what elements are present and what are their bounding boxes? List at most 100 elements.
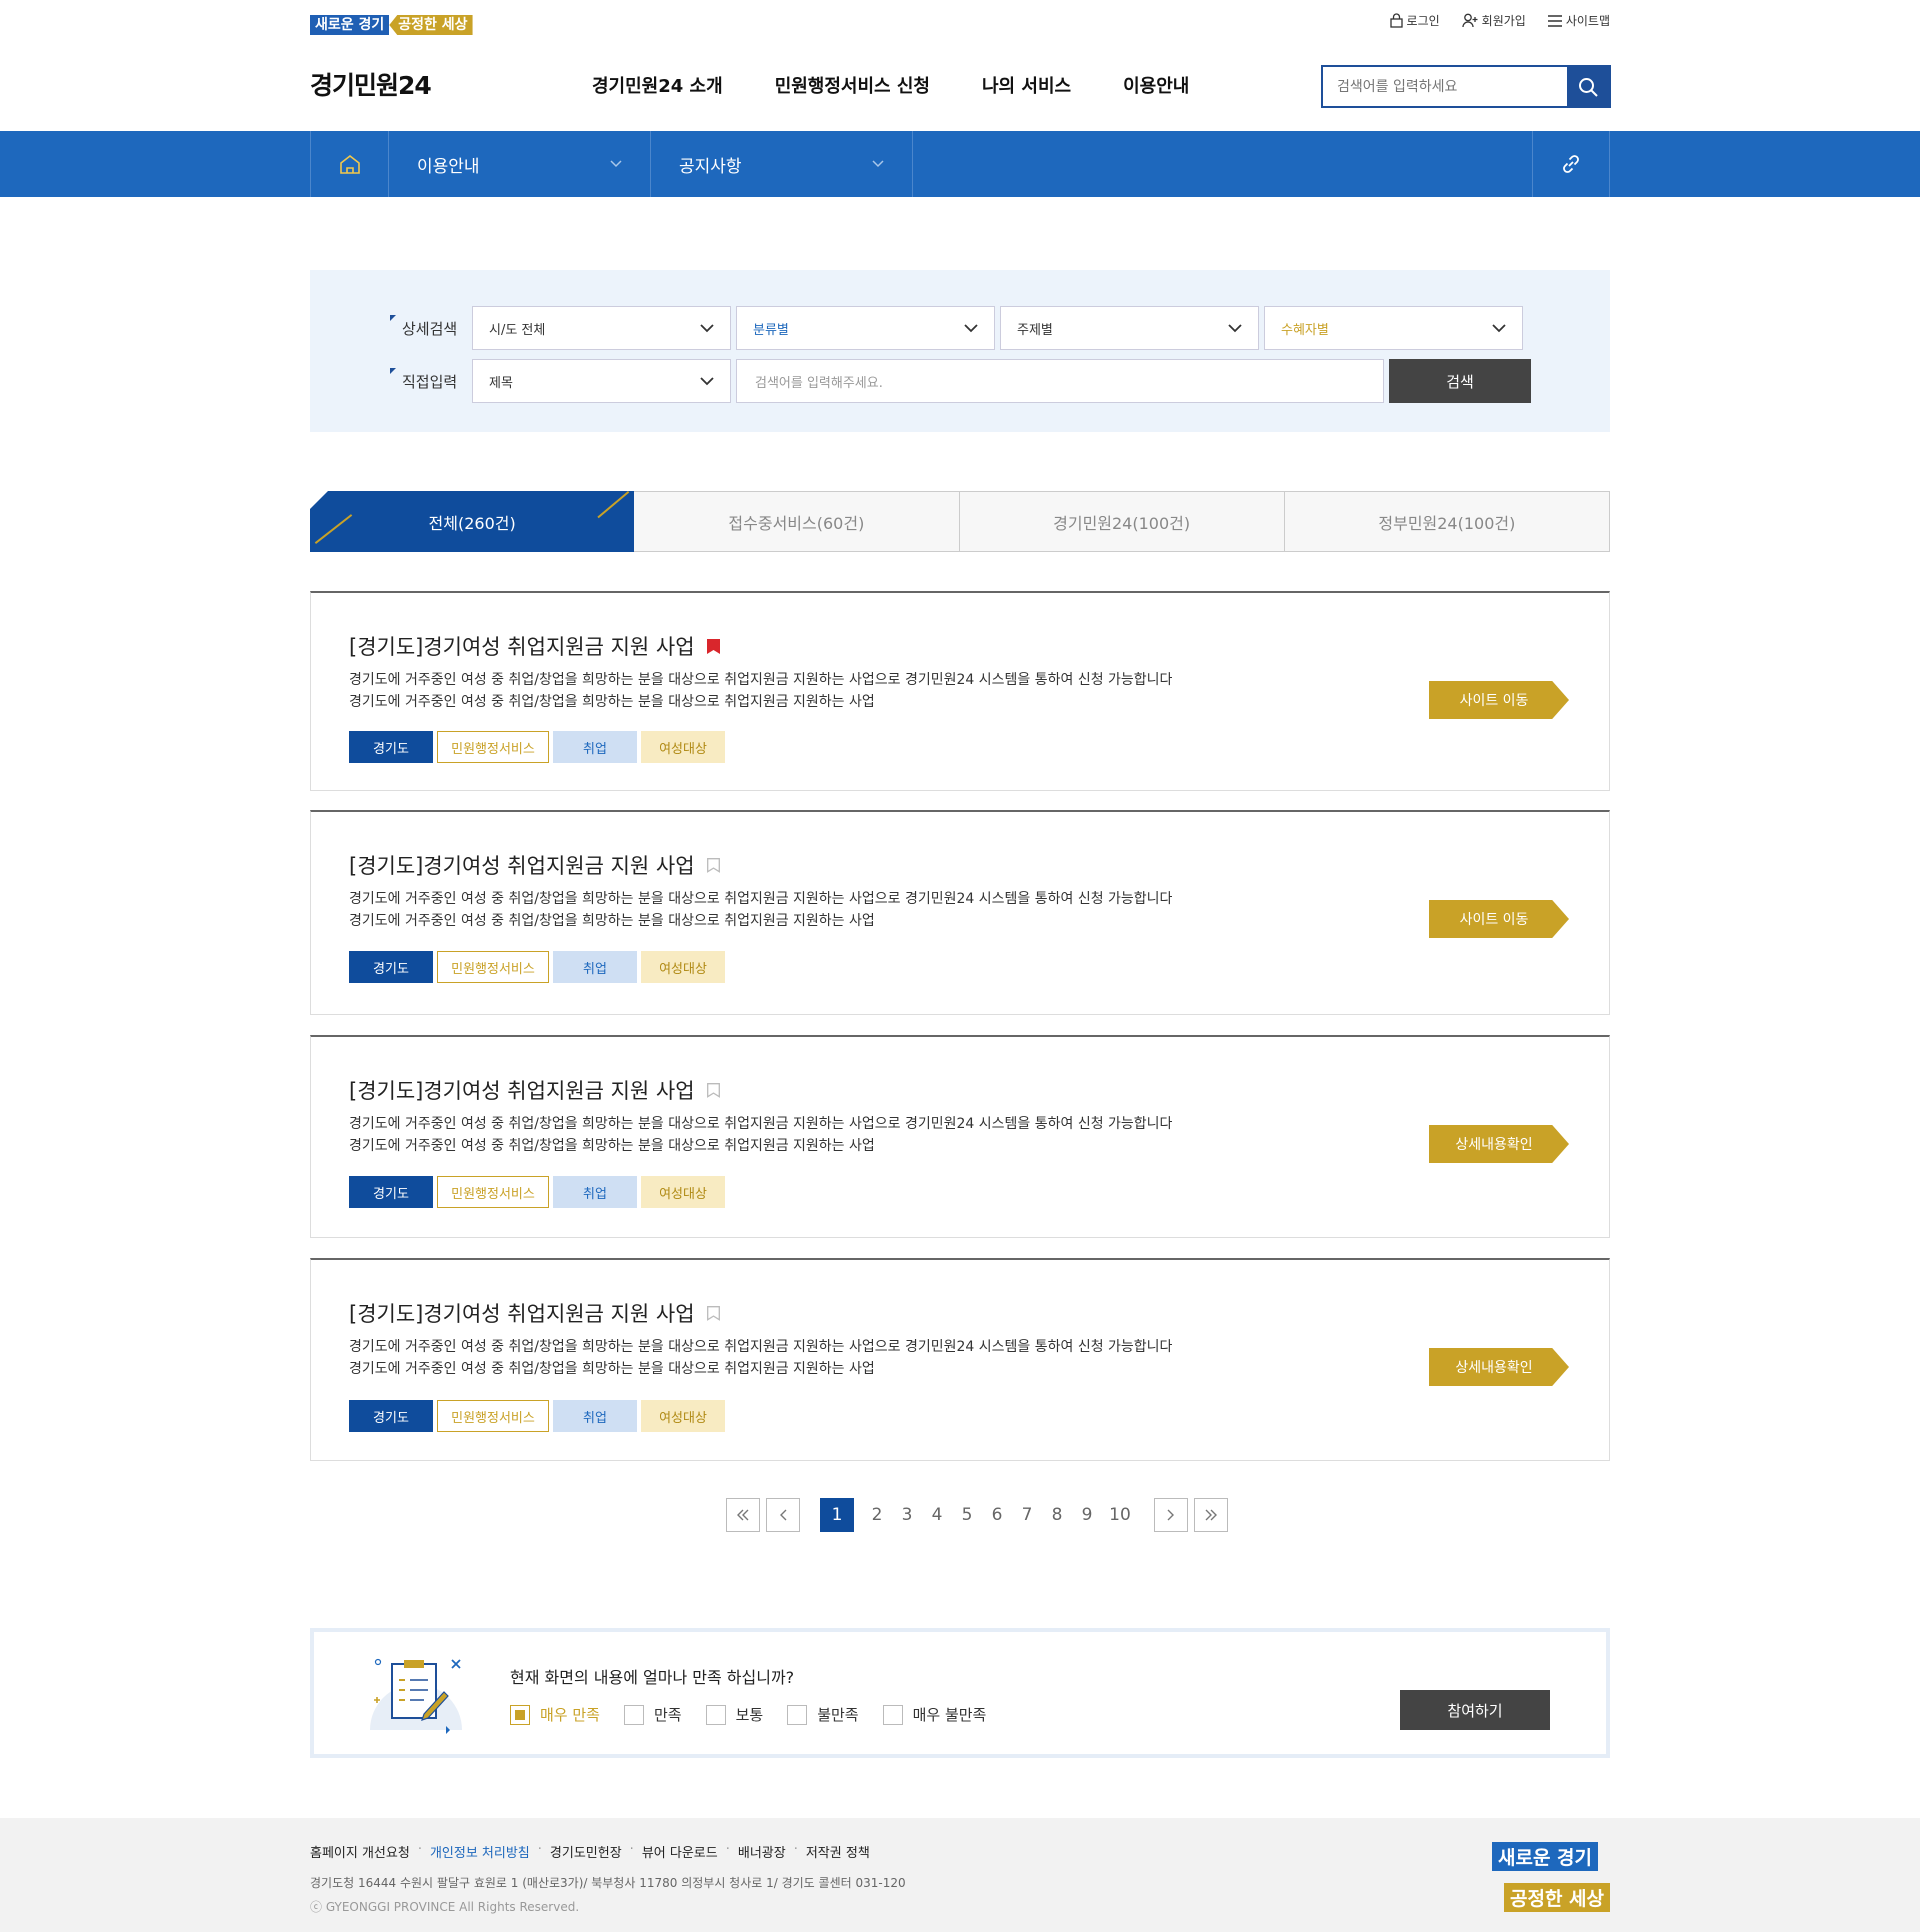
card-description: 경기도에 거주중인 여성 중 취업/창업을 희망하는 분을 대상으로 취업지원금… bbox=[349, 1339, 1173, 1377]
checkbox[interactable] bbox=[623, 1704, 644, 1725]
home-button[interactable] bbox=[311, 131, 389, 197]
global-nav: 경기민원24 소개 민원행정서비스 신청 나의 서비스 이용안내 bbox=[592, 72, 1189, 98]
footer-copyright: ⓒ GYEONGGI PROVINCE All Rights Reserved. bbox=[310, 1900, 580, 1914]
chevron-down-icon bbox=[1228, 323, 1242, 332]
footer-link-viewer[interactable]: 뷰어 다운로드 bbox=[642, 1842, 718, 1861]
location-menu-1[interactable]: 이용안내 bbox=[389, 131, 651, 197]
last-page-button[interactable] bbox=[1194, 1498, 1228, 1532]
footer-link-improvement[interactable]: 홈페이지 개선요청 bbox=[310, 1842, 410, 1861]
survey-option-very-dissatisfied[interactable]: 매우 불만족 bbox=[882, 1704, 986, 1725]
detail-view-button[interactable]: 상세내용확인 bbox=[1429, 1348, 1569, 1386]
site-move-button[interactable]: 사이트 이동 bbox=[1429, 681, 1569, 719]
tag-region: 경기도 bbox=[349, 731, 433, 763]
survey-submit-button[interactable]: 참여하기 bbox=[1400, 1690, 1550, 1730]
header-search-input[interactable] bbox=[1323, 67, 1567, 106]
survey-question: 현재 화면의 내용에 얼마나 만족 하십니까? bbox=[510, 1668, 795, 1687]
tab-decoration bbox=[314, 514, 353, 544]
card-title[interactable]: [경기도]경기여성 취업지원금 지원 사업 bbox=[349, 1298, 720, 1328]
select-category[interactable]: 분류별 bbox=[736, 306, 995, 350]
service-card: [경기도]경기여성 취업지원금 지원 사업 경기도에 거주중인 여성 중 취업/… bbox=[310, 591, 1610, 791]
double-chevron-right-icon bbox=[1205, 1509, 1217, 1521]
card-title[interactable]: [경기도]경기여성 취업지원금 지원 사업 bbox=[349, 631, 720, 661]
tab-gyeonggi[interactable]: 경기민원24(100건) bbox=[959, 491, 1285, 552]
satisfaction-survey: 현재 화면의 내용에 얼마나 만족 하십니까? 매우 만족 만족 보통 불만족 … bbox=[310, 1628, 1610, 1758]
tag-topic: 취업 bbox=[553, 1400, 637, 1432]
home-icon bbox=[339, 154, 360, 174]
login-link[interactable]: 로그인 bbox=[1389, 12, 1440, 29]
tag-target: 여성대상 bbox=[641, 731, 725, 763]
bookmark-icon[interactable] bbox=[706, 1305, 720, 1321]
footer-link-banner[interactable]: 배너광장 bbox=[738, 1842, 786, 1861]
site-move-button[interactable]: 사이트 이동 bbox=[1429, 900, 1569, 938]
survey-option-neutral[interactable]: 보통 bbox=[705, 1704, 763, 1725]
select-beneficiary[interactable]: 수혜자별 bbox=[1264, 306, 1523, 350]
tab-receiving[interactable]: 접수중서비스(60건) bbox=[634, 491, 960, 552]
page-number[interactable]: 3 bbox=[892, 1505, 922, 1525]
sitemap-link[interactable]: 사이트맵 bbox=[1547, 12, 1610, 29]
page-number[interactable]: 4 bbox=[922, 1505, 952, 1525]
tab-government[interactable]: 정부민원24(100건) bbox=[1284, 491, 1610, 552]
footer: 홈페이지 개선요청 · 개인정보 처리방침 · 경기도민헌장 · 뷰어 다운로드 · 배… bbox=[0, 1818, 1920, 1932]
double-chevron-left-icon bbox=[737, 1509, 749, 1521]
tag-region: 경기도 bbox=[349, 1400, 433, 1432]
footer-link-privacy[interactable]: 개인정보 처리방침 bbox=[430, 1842, 530, 1861]
survey-option-dissatisfied[interactable]: 불만족 bbox=[787, 1704, 859, 1725]
prev-page-button[interactable] bbox=[766, 1498, 800, 1532]
filter-row-direct: 직접입력 제목 검색어를 입력해주세요. 검색 bbox=[390, 359, 1531, 403]
chevron-down-icon bbox=[610, 160, 622, 168]
select-topic[interactable]: 주제별 bbox=[1000, 306, 1259, 350]
card-tags: 경기도 민원행정서비스 취업 여성대상 bbox=[349, 951, 725, 983]
footer-link-charter[interactable]: 경기도민헌장 bbox=[550, 1842, 622, 1861]
signup-link[interactable]: 회원가입 bbox=[1462, 12, 1526, 29]
page-number[interactable]: 9 bbox=[1072, 1505, 1102, 1525]
site-logo[interactable]: 경기민원24 bbox=[310, 66, 432, 102]
page-number[interactable]: 10 bbox=[1102, 1505, 1138, 1525]
card-title[interactable]: [경기도]경기여성 취업지원금 지원 사업 bbox=[349, 850, 720, 880]
page-number[interactable]: 5 bbox=[952, 1505, 982, 1525]
location-menu-2[interactable]: 공지사항 bbox=[651, 131, 913, 197]
survey-option-very-satisfied[interactable]: 매우 만족 bbox=[510, 1704, 600, 1725]
link-icon bbox=[1563, 155, 1579, 173]
search-filter-panel: 상세검색 시/도 전체 분류별 주제별 수혜자별 직접입력 제목 검색어를 입력… bbox=[310, 270, 1610, 432]
select-region[interactable]: 시/도 전체 bbox=[472, 306, 731, 350]
gnb-item-guide[interactable]: 이용안내 bbox=[1123, 72, 1189, 98]
first-page-button[interactable] bbox=[726, 1498, 760, 1532]
page-number[interactable]: 7 bbox=[1012, 1505, 1042, 1525]
survey-option-satisfied[interactable]: 만족 bbox=[623, 1704, 682, 1725]
location-bar: 이용안내 공지사항 bbox=[0, 131, 1920, 197]
header-search-button[interactable] bbox=[1567, 67, 1609, 106]
tag-service-type: 민원행정서비스 bbox=[437, 1176, 549, 1208]
checkbox-checked[interactable] bbox=[510, 1704, 530, 1725]
tag-service-type: 민원행정서비스 bbox=[437, 951, 549, 983]
page-number[interactable]: 8 bbox=[1042, 1505, 1072, 1525]
chevron-down-icon bbox=[700, 376, 714, 385]
filter-row-detail: 상세검색 시/도 전체 분류별 주제별 수혜자별 bbox=[390, 306, 1528, 350]
clipboard-survey-icon bbox=[370, 1658, 462, 1734]
checkbox[interactable] bbox=[787, 1704, 808, 1725]
bookmark-icon[interactable] bbox=[706, 1082, 720, 1098]
bookmark-icon[interactable] bbox=[706, 857, 720, 873]
card-tags: 경기도 민원행정서비스 취업 여성대상 bbox=[349, 1400, 725, 1432]
filter-search-button[interactable]: 검색 bbox=[1389, 359, 1531, 403]
share-link-button[interactable] bbox=[1532, 131, 1610, 197]
gnb-item-apply[interactable]: 민원행정서비스 신청 bbox=[775, 72, 930, 98]
tab-all[interactable]: 전체(260건) bbox=[310, 491, 635, 552]
checkbox[interactable] bbox=[705, 1704, 726, 1725]
gnb-item-my-service[interactable]: 나의 서비스 bbox=[982, 72, 1071, 98]
next-page-button[interactable] bbox=[1154, 1498, 1188, 1532]
detail-view-button[interactable]: 상세내용확인 bbox=[1429, 1125, 1569, 1163]
checkbox[interactable] bbox=[882, 1704, 903, 1725]
bookmark-filled-icon[interactable] bbox=[706, 638, 720, 654]
menu-icon bbox=[1547, 14, 1562, 27]
gnb-item-intro[interactable]: 경기민원24 소개 bbox=[592, 72, 723, 98]
keyword-input[interactable]: 검색어를 입력해주세요. bbox=[736, 359, 1384, 403]
chevron-down-icon bbox=[872, 160, 884, 168]
footer-links: 홈페이지 개선요청 · 개인정보 처리방침 · 경기도민헌장 · 뷰어 다운로드 · 배… bbox=[310, 1842, 870, 1861]
lock-icon bbox=[1389, 13, 1403, 28]
card-title[interactable]: [경기도]경기여성 취업지원금 지원 사업 bbox=[349, 1075, 720, 1105]
footer-link-copyright[interactable]: 저작권 정책 bbox=[806, 1842, 870, 1861]
page-number[interactable]: 2 bbox=[862, 1505, 892, 1525]
select-search-field[interactable]: 제목 bbox=[472, 359, 731, 403]
page-number-current[interactable]: 1 bbox=[820, 1498, 854, 1532]
page-number[interactable]: 6 bbox=[982, 1505, 1012, 1525]
